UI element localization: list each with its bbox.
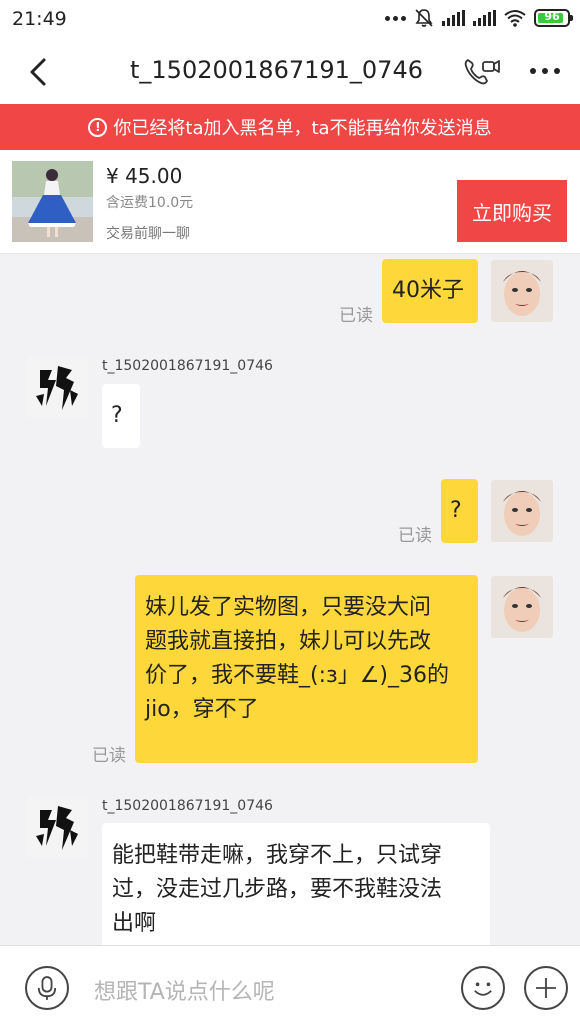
sender-name: t_1502001867191_0746 <box>102 798 273 814</box>
message-line: 过，没走过几步路，要不我鞋没法 <box>112 877 443 902</box>
message-bubble-me[interactable]: 妹儿发了实物图，只要没大问 题我就直接拍，妹儿可以先改 价了，我不要鞋_(:з」… <box>135 575 478 763</box>
message-bubble-them[interactable]: 能把鞋带走嘛，我穿不上，只试穿 过，没走过几步路，要不我鞋没法 出啊 <box>102 823 490 945</box>
chat-before-trade: 交易前聊一聊 <box>106 226 190 242</box>
message-bubble-me[interactable]: 40米子 <box>382 259 478 323</box>
blacklist-text: 你已经将ta加入黑名单，ta不能再给你发送消息 <box>113 118 492 139</box>
battery-level: 96 <box>544 10 560 23</box>
message-input[interactable]: 想跟TA说点什么呢 <box>94 974 275 1006</box>
buy-now-button[interactable]: 立即购买 <box>457 180 567 242</box>
contact-avatar[interactable] <box>26 356 88 418</box>
message-line: 题我就直接拍，妹儿可以先改 <box>145 629 432 654</box>
back-arrow-icon[interactable] <box>24 56 54 88</box>
my-avatar[interactable] <box>491 480 553 542</box>
message-list[interactable]: 已读 40米子 t_1502001867191_0746 ? 已读 ? 已读 妹… <box>0 255 580 945</box>
message-bubble-them[interactable]: ? <box>102 384 140 448</box>
status-time: 21:49 <box>12 8 67 30</box>
message-line: 出啊 <box>112 911 157 936</box>
message-bubble-me[interactable]: ? <box>441 479 478 543</box>
signal-2-icon <box>473 10 496 26</box>
read-status: 已读 <box>339 306 373 326</box>
notification-dots-icon <box>385 15 406 21</box>
message-line: 妹儿发了实物图，只要没大问 <box>145 595 432 620</box>
message-line: 能把鞋带走嘛，我穿不上，只试穿 <box>112 843 443 868</box>
wifi-icon <box>504 10 526 27</box>
more-icon[interactable] <box>530 68 560 74</box>
my-avatar[interactable] <box>491 576 553 638</box>
signal-1-icon <box>442 10 465 26</box>
shipping-fee: 含运费10.0元 <box>106 195 194 211</box>
status-bar: 21:49 96 <box>0 0 580 40</box>
contact-avatar[interactable] <box>26 796 88 858</box>
my-avatar[interactable] <box>491 260 553 322</box>
message-line: jio，穿不了 <box>145 697 259 722</box>
product-price: ¥ 45.00 <box>106 164 183 188</box>
mute-bell-icon <box>415 9 433 27</box>
blacklist-banner: ! 你已经将ta加入黑名单，ta不能再给你发送消息 <box>0 104 580 150</box>
product-card[interactable]: ¥ 45.00 含运费10.0元 交易前聊一聊 立即购买 <box>0 150 580 254</box>
video-call-icon[interactable] <box>462 52 502 92</box>
read-status: 已读 <box>398 526 432 546</box>
product-thumbnail[interactable] <box>12 161 93 242</box>
input-bar: 想跟TA说点什么呢 <box>0 945 580 1031</box>
info-icon: ! <box>88 117 108 137</box>
chat-title: t_1502001867191_0746 <box>130 56 423 84</box>
battery-icon: 96 <box>534 9 573 27</box>
mic-icon[interactable] <box>25 966 69 1010</box>
status-icons: 96 <box>385 8 573 28</box>
sender-name: t_1502001867191_0746 <box>102 358 273 374</box>
plus-icon[interactable] <box>524 966 568 1010</box>
chat-header: t_1502001867191_0746 <box>0 40 580 104</box>
emoji-icon[interactable] <box>461 966 505 1010</box>
message-line: 价了，我不要鞋_(:з」∠)_36的 <box>145 663 449 688</box>
read-status: 已读 <box>92 746 126 766</box>
